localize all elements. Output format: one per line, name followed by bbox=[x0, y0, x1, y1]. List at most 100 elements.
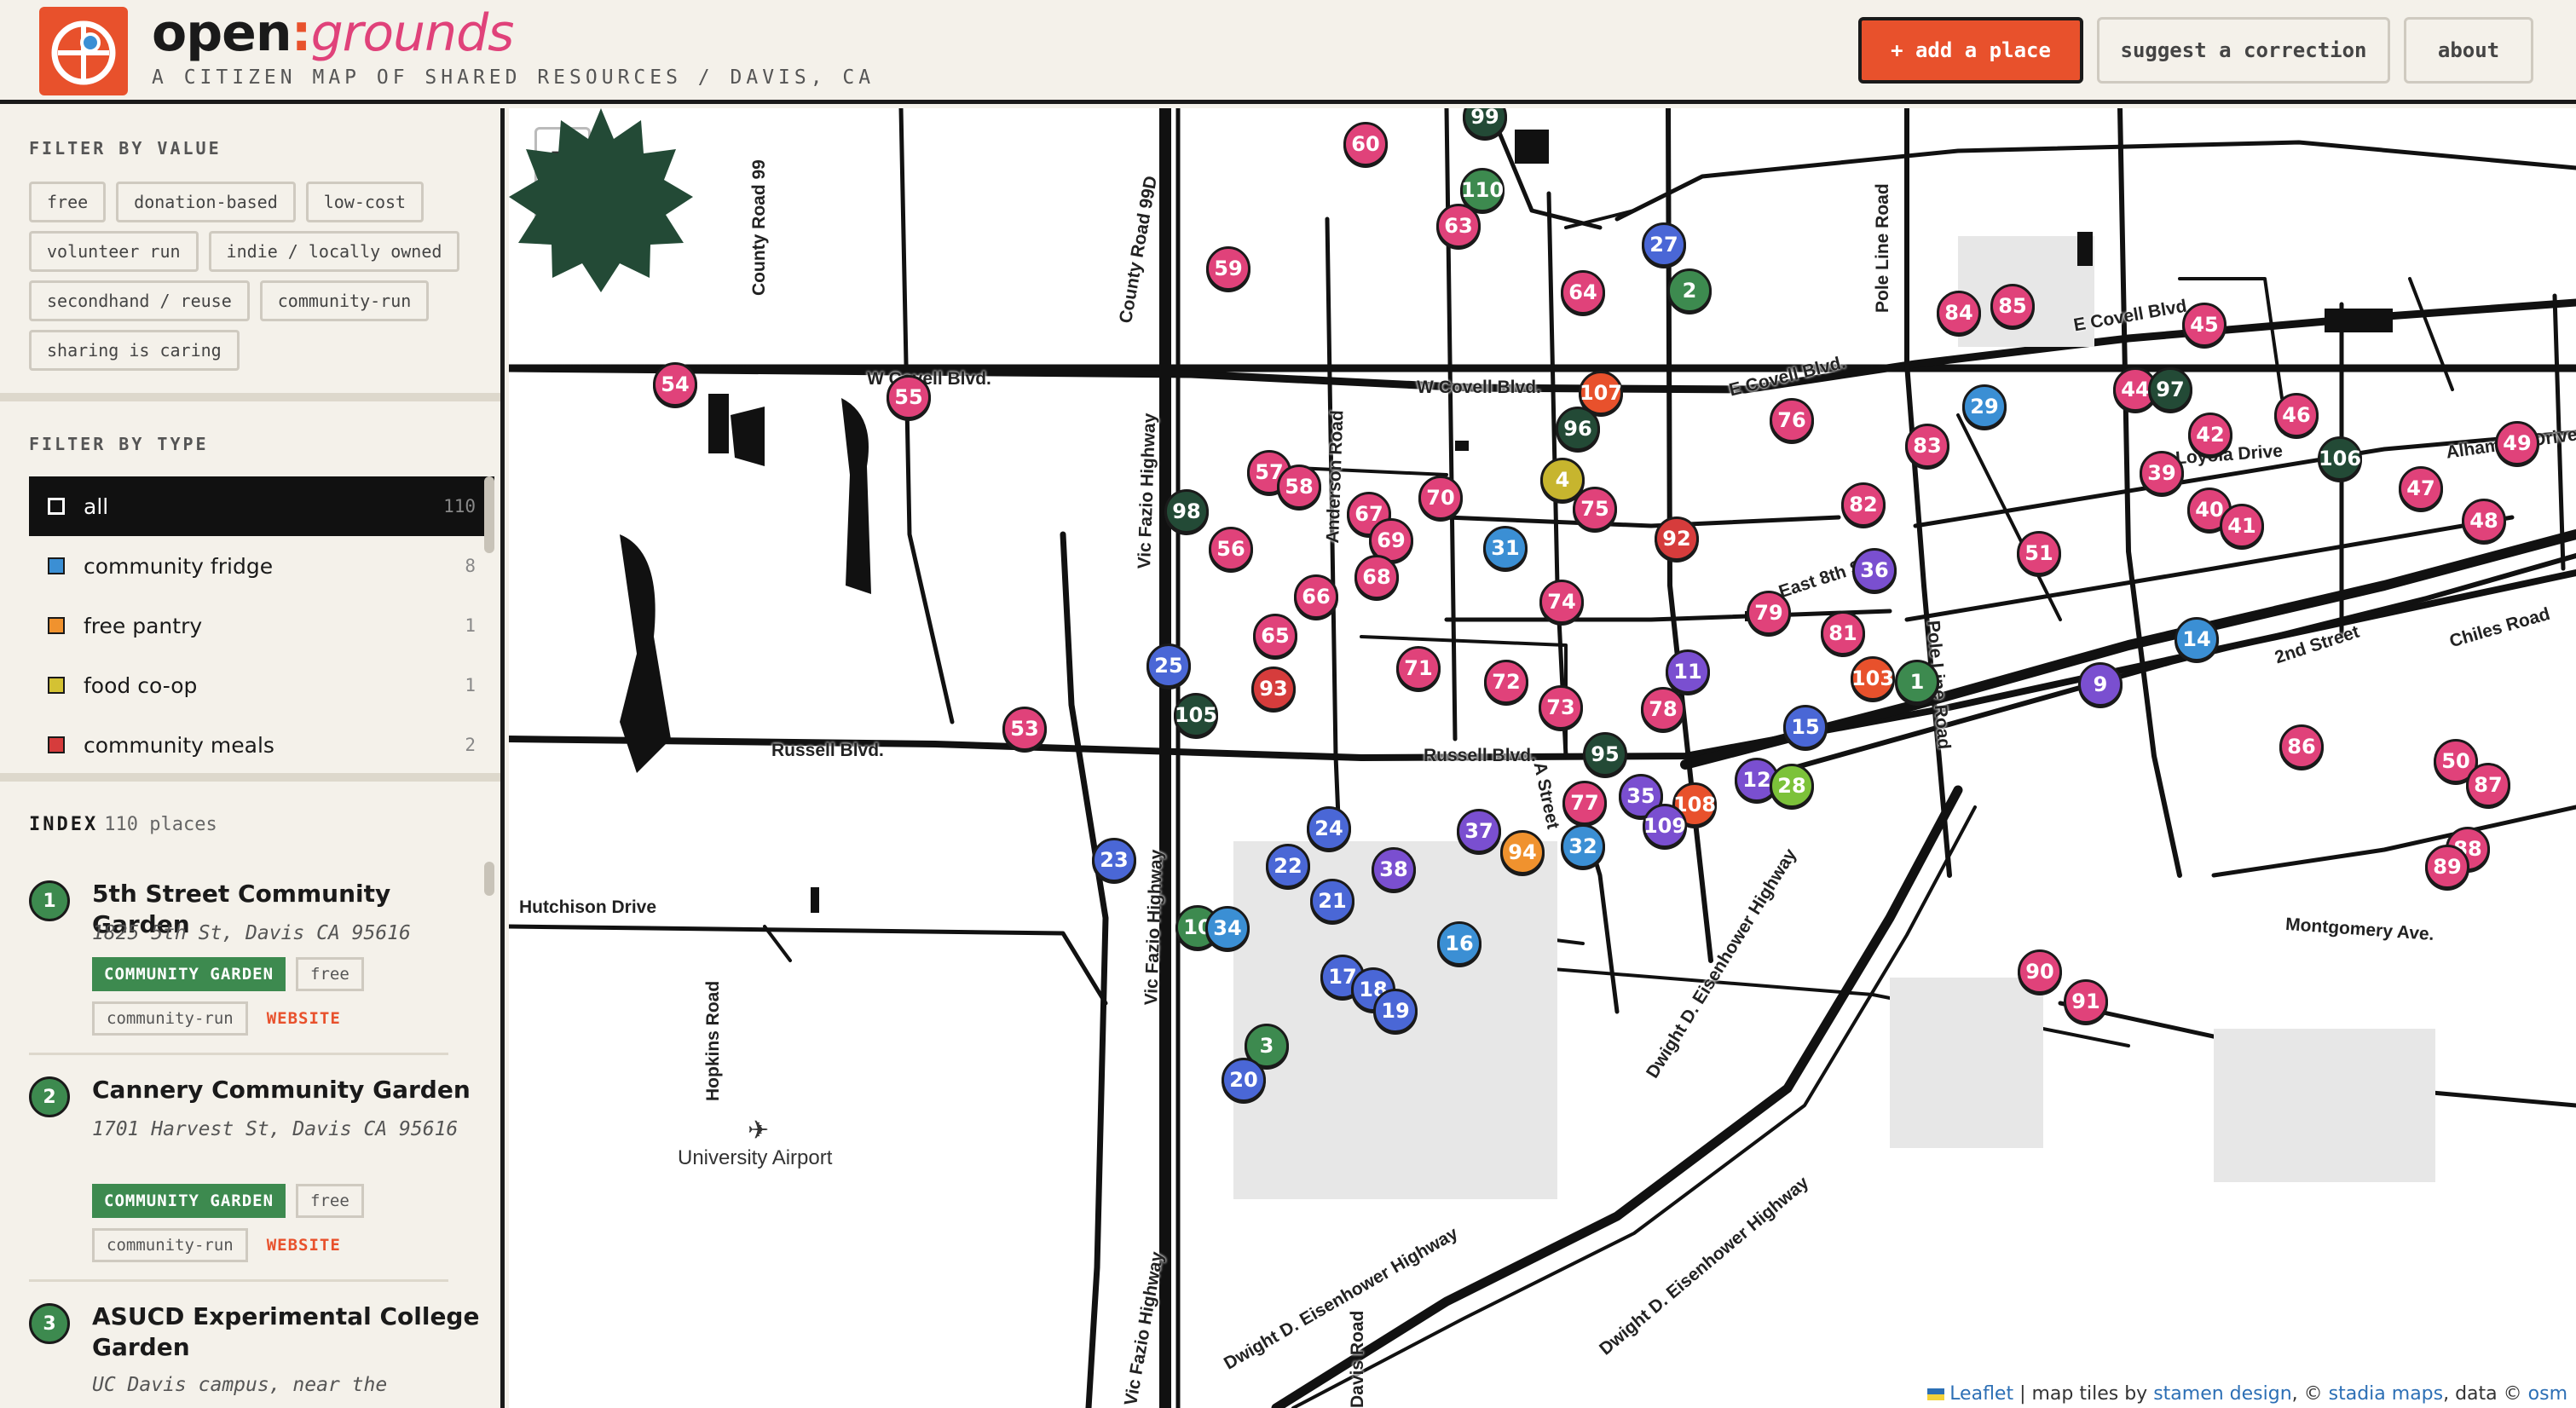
website-link[interactable]: WEBSITE bbox=[258, 1004, 349, 1033]
map-marker[interactable]: 55 bbox=[887, 375, 931, 419]
map-marker[interactable]: 32 bbox=[1561, 824, 1605, 868]
map-marker[interactable]: 78 bbox=[1641, 687, 1685, 731]
map-marker[interactable]: 89 bbox=[2425, 845, 2469, 889]
map-marker[interactable]: 29 bbox=[1962, 384, 2007, 429]
about-button[interactable]: about bbox=[2404, 17, 2533, 84]
map-marker[interactable]: 84 bbox=[1937, 291, 1981, 335]
map-marker[interactable]: 91 bbox=[2064, 979, 2108, 1024]
section-divider[interactable] bbox=[0, 773, 500, 782]
value-tag[interactable]: volunteer run bbox=[29, 231, 199, 272]
map-marker[interactable]: 93 bbox=[1251, 666, 1296, 711]
map-marker[interactable]: 25 bbox=[1146, 643, 1191, 688]
map-marker[interactable]: 73 bbox=[1539, 685, 1583, 730]
map-marker[interactable]: 96 bbox=[1556, 407, 1600, 451]
map-marker[interactable]: 2 bbox=[1667, 268, 1712, 313]
section-divider[interactable] bbox=[0, 393, 500, 401]
index-entry[interactable]: 3 ASUCD Experimental College Garden UC D… bbox=[29, 1301, 479, 1408]
map-marker[interactable]: 48 bbox=[2462, 499, 2506, 543]
index-entry[interactable]: 2 Cannery Community Garden 1701 Harvest … bbox=[29, 1075, 471, 1279]
map-marker[interactable]: 37 bbox=[1457, 809, 1501, 853]
map-marker[interactable]: 65 bbox=[1253, 614, 1297, 658]
map-marker[interactable]: 54 bbox=[653, 362, 697, 407]
value-tag[interactable]: free bbox=[29, 182, 107, 222]
map-marker[interactable]: 70 bbox=[1418, 476, 1463, 520]
map-marker[interactable]: 34 bbox=[1205, 906, 1250, 950]
map-marker[interactable]: 82 bbox=[1841, 482, 1886, 527]
map-marker[interactable]: 74 bbox=[1539, 580, 1584, 624]
map-marker[interactable]: 71 bbox=[1396, 646, 1441, 690]
map-marker[interactable]: 92 bbox=[1655, 516, 1699, 561]
map-marker[interactable]: 58 bbox=[1277, 465, 1321, 509]
index-entry[interactable]: 1 5th Street Community Garden 1825 5th S… bbox=[29, 879, 448, 1058]
map-marker[interactable]: 23 bbox=[1092, 838, 1136, 882]
map-marker[interactable]: 27 bbox=[1642, 222, 1686, 267]
map-marker[interactable]: 87 bbox=[2466, 763, 2510, 807]
value-tag[interactable]: low-cost bbox=[305, 182, 425, 222]
map-marker[interactable]: 109 bbox=[1643, 804, 1687, 848]
map-marker[interactable]: 66 bbox=[1294, 574, 1338, 619]
map-marker[interactable]: 105 bbox=[1174, 693, 1218, 737]
map-marker[interactable]: 39 bbox=[2140, 451, 2184, 495]
map-marker[interactable]: 22 bbox=[1266, 844, 1310, 888]
map-marker[interactable]: 47 bbox=[2399, 466, 2443, 511]
map-marker[interactable]: 56 bbox=[1209, 527, 1253, 571]
value-tag[interactable]: secondhand / reuse bbox=[29, 280, 250, 321]
type-filter-community-fridge[interactable]: community fridge 8 bbox=[29, 536, 494, 596]
index-scrollbar[interactable] bbox=[484, 862, 494, 896]
map-marker[interactable]: 36 bbox=[1852, 548, 1897, 592]
map-marker[interactable]: 28 bbox=[1770, 764, 1814, 808]
map[interactable]: + − County Road 99 County Road 99D W Cov… bbox=[509, 108, 2576, 1408]
map-marker[interactable]: 64 bbox=[1561, 270, 1605, 314]
type-filter-all[interactable]: all 110 bbox=[29, 476, 494, 536]
website-link[interactable]: WEBSITE bbox=[258, 1231, 349, 1260]
map-marker[interactable]: 60 bbox=[1343, 122, 1388, 166]
value-tag[interactable]: sharing is caring bbox=[29, 330, 240, 371]
value-tag[interactable]: donation-based bbox=[116, 182, 296, 222]
type-filter-food-coop[interactable]: food co-op 1 bbox=[29, 655, 494, 715]
map-marker[interactable]: 90 bbox=[2018, 949, 2062, 994]
add-place-button[interactable]: + add a place bbox=[1858, 17, 2083, 84]
map-marker[interactable]: 46 bbox=[2274, 393, 2319, 437]
map-marker[interactable]: 31 bbox=[1483, 526, 1528, 570]
map-marker[interactable]: 68 bbox=[1354, 555, 1399, 599]
map-marker[interactable]: 98 bbox=[1164, 489, 1209, 534]
map-marker[interactable]: 14 bbox=[2175, 617, 2219, 661]
davis-commons-starburst-icon[interactable] bbox=[509, 108, 693, 292]
map-marker[interactable]: 15 bbox=[1783, 705, 1828, 749]
map-marker[interactable]: 21 bbox=[1310, 879, 1354, 923]
map-marker[interactable]: 83 bbox=[1905, 424, 1949, 468]
type-filter-free-pantry[interactable]: free pantry 1 bbox=[29, 596, 494, 655]
map-marker[interactable]: 103 bbox=[1851, 656, 1895, 701]
map-marker[interactable]: 59 bbox=[1206, 246, 1250, 291]
type-list-scrollbar[interactable] bbox=[484, 476, 494, 553]
map-marker[interactable]: 95 bbox=[1583, 732, 1627, 776]
map-marker[interactable]: 20 bbox=[1222, 1058, 1266, 1102]
map-marker[interactable]: 51 bbox=[2017, 531, 2061, 575]
osm-link[interactable]: osm bbox=[2528, 1383, 2567, 1405]
map-marker[interactable]: 79 bbox=[1747, 591, 1791, 635]
type-filter-community-meals[interactable]: community meals 2 bbox=[29, 715, 494, 775]
map-marker[interactable]: 53 bbox=[1002, 707, 1047, 751]
map-marker[interactable]: 75 bbox=[1573, 487, 1617, 531]
value-tag[interactable]: community-run bbox=[259, 280, 430, 321]
davis-commons-badge[interactable]: davis commons bbox=[2348, 1226, 2533, 1251]
map-marker[interactable]: 42 bbox=[2188, 413, 2232, 457]
map-marker[interactable]: 1 bbox=[1895, 660, 1939, 704]
map-marker[interactable]: 97 bbox=[2148, 367, 2192, 412]
map-marker[interactable]: 85 bbox=[1990, 284, 2035, 328]
map-marker[interactable]: 106 bbox=[2318, 436, 2362, 481]
entry-name[interactable]: ASUCD Experimental College Garden bbox=[92, 1301, 484, 1363]
stadia-link[interactable]: stadia maps bbox=[2329, 1383, 2443, 1405]
suggest-correction-button[interactable]: suggest a correction bbox=[2097, 17, 2390, 84]
map-marker[interactable]: 72 bbox=[1484, 660, 1528, 704]
map-marker[interactable]: 63 bbox=[1436, 204, 1481, 248]
map-marker[interactable]: 41 bbox=[2220, 504, 2264, 548]
map-marker[interactable]: 49 bbox=[2495, 421, 2539, 465]
stamen-link[interactable]: stamen design bbox=[2153, 1383, 2291, 1405]
map-marker[interactable]: 94 bbox=[1500, 830, 1545, 874]
map-marker[interactable]: 16 bbox=[1437, 921, 1481, 966]
map-marker[interactable]: 77 bbox=[1562, 781, 1607, 825]
map-marker[interactable]: 19 bbox=[1373, 989, 1418, 1033]
map-marker[interactable]: 45 bbox=[2182, 303, 2227, 347]
value-tag[interactable]: indie / locally owned bbox=[208, 231, 460, 272]
